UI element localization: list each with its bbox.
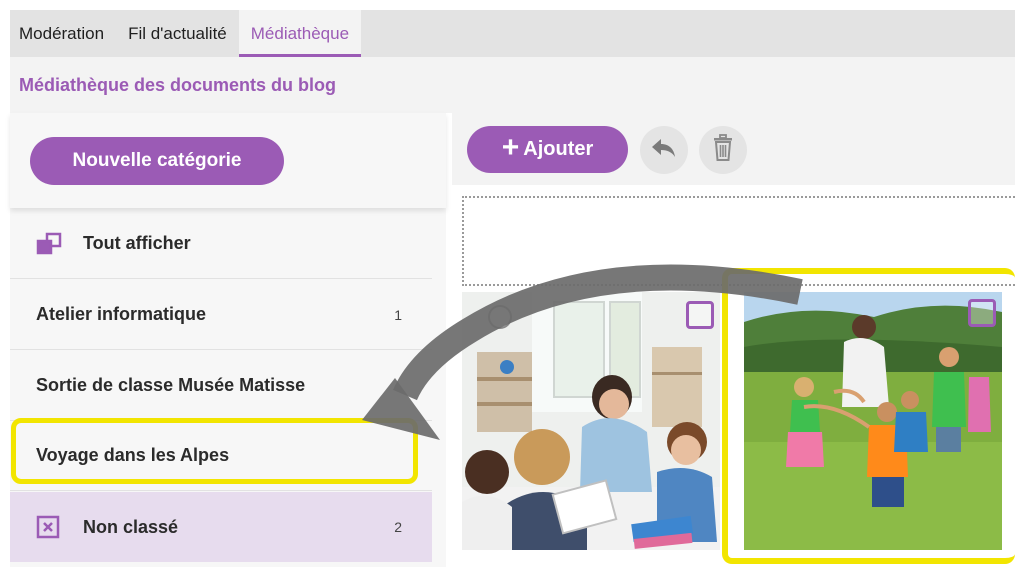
sidebar-header: Nouvelle catégorie [10,113,446,208]
plus-icon: + [501,131,520,164]
tab-news-feed[interactable]: Fil d'actualité [116,10,239,57]
sidebar-item-label: Atelier informatique [36,304,207,324]
undo-button[interactable] [640,126,688,174]
select-checkbox[interactable] [968,299,996,327]
children-outdoor-photo [744,292,1002,550]
unclassified-icon [36,515,62,539]
sidebar-item-label: Non classé [83,516,179,537]
upload-drop-zone[interactable] [462,196,1015,286]
tab-bar: Modération Fil d'actualité Médiathèque [10,10,1015,57]
show-all-icon [36,232,62,256]
new-category-button[interactable]: Nouvelle catégorie [30,137,284,185]
tab-moderation[interactable]: Modération [10,10,116,57]
tab-media-library[interactable]: Médiathèque [238,10,362,57]
media-thumbnail-classroom[interactable] [462,292,720,550]
sidebar-item-non-classe[interactable]: Non classé 2 [10,492,432,562]
undo-icon [650,136,678,165]
select-checkbox[interactable] [686,301,714,329]
sidebar-item-sortie-musee-matisse[interactable]: Sortie de classe Musée Matisse [10,351,432,421]
category-sidebar: Nouvelle catégorie Tout afficher Atelier… [10,113,446,567]
classroom-photo [462,292,720,550]
sidebar-item-label: Sortie de classe Musée Matisse [36,375,306,395]
add-button[interactable]: + Ajouter [467,126,628,173]
sidebar-item-atelier-informatique[interactable]: Atelier informatique 1 [10,280,432,350]
add-button-label: Ajouter [523,138,594,160]
sidebar-item-voyage-alpes[interactable]: Voyage dans les Alpes [10,421,432,491]
subtitle-bar: Médiathèque des documents du blog [10,57,1015,113]
media-thumbnail-outdoor[interactable] [744,292,1002,550]
page-title: Médiathèque des documents du blog [19,75,337,95]
media-toolbar: + Ajouter [452,113,1015,185]
sidebar-item-show-all[interactable]: Tout afficher [10,209,432,279]
media-main-panel: + Ajouter [452,113,1015,567]
delete-button[interactable] [699,126,747,174]
item-count: 2 [394,519,402,535]
trash-icon [711,133,735,167]
sidebar-item-label: Tout afficher [83,233,191,253]
item-count: 1 [394,306,402,323]
sidebar-item-label: Voyage dans les Alpes [36,445,230,465]
